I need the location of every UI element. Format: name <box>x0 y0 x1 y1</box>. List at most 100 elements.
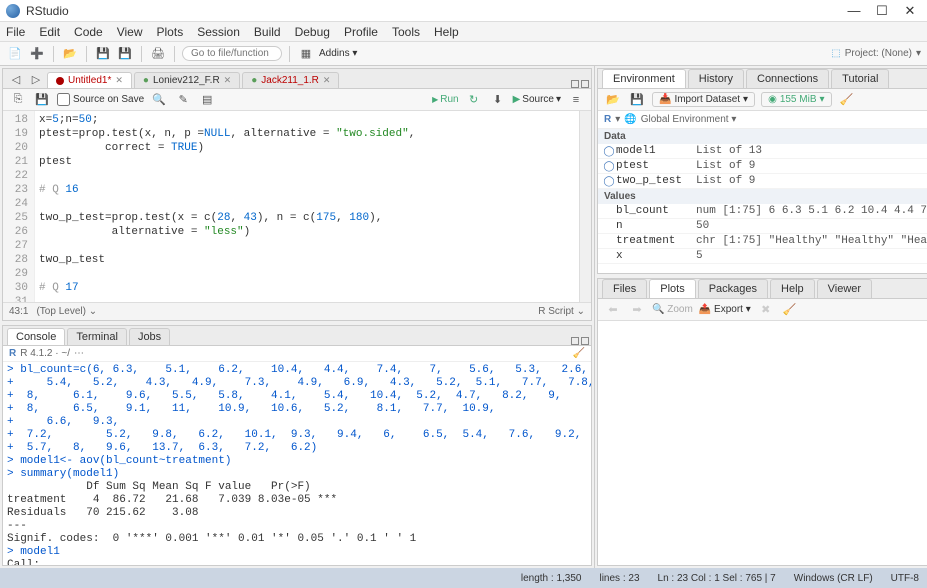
status-length: length : 1,350 <box>521 573 582 584</box>
rstudio-logo-icon <box>6 4 20 18</box>
wand-icon[interactable]: ✎ <box>174 91 192 109</box>
clear-env-icon[interactable]: 🧹 <box>838 91 856 109</box>
code-editor[interactable]: 18 19 20 21 22 23 24 25 26 27 28 29 30 3… <box>3 111 591 302</box>
tab-jobs[interactable]: Jobs <box>129 328 170 345</box>
compile-icon[interactable]: ▤ <box>198 91 216 109</box>
close-tab-icon[interactable]: ✕ <box>115 75 123 86</box>
tab-loniev[interactable]: ● Loniev212_F.R ✕ <box>134 72 240 88</box>
tab-connections[interactable]: Connections <box>746 69 829 88</box>
menu-view[interactable]: View <box>117 25 143 39</box>
tab-jack[interactable]: ● Jack211_1.R ✕ <box>242 72 339 88</box>
clear-console-icon[interactable]: 🧹 <box>573 348 585 359</box>
pane-min-icon[interactable] <box>571 80 579 88</box>
expand-icon[interactable]: ◯ <box>602 176 616 187</box>
env-scope-dropdown[interactable]: Global Environment ▾ <box>641 114 737 125</box>
menu-tools[interactable]: Tools <box>392 25 420 39</box>
env-values-header: Values <box>598 189 927 204</box>
r-logo-icon: R <box>9 348 16 359</box>
clear-plots-icon[interactable]: 🧹 <box>781 301 799 319</box>
editor-scrollbar[interactable] <box>579 111 591 302</box>
env-row[interactable]: treatmentchr [1:75] "Healthy" "Healthy" … <box>598 234 927 249</box>
expand-icon[interactable]: ◯ <box>602 146 616 157</box>
env-row[interactable]: x5 <box>598 249 927 264</box>
find-icon[interactable]: 🔍 <box>150 91 168 109</box>
close-tab-icon[interactable]: ✕ <box>323 75 331 86</box>
load-ws-icon[interactable]: 📂 <box>604 91 622 109</box>
console-tabs: Console Terminal Jobs <box>3 326 591 346</box>
maximize-icon[interactable]: ☐ <box>875 3 889 19</box>
status-pos: Ln : 23 Col : 1 Sel : 765 | 7 <box>658 573 776 584</box>
menu-session[interactable]: Session <box>197 25 240 39</box>
window-title: RStudio <box>26 4 847 18</box>
run-button[interactable]: Run <box>432 94 459 105</box>
grid-icon[interactable]: ▦ <box>297 45 315 63</box>
tab-packages[interactable]: Packages <box>698 279 768 298</box>
expand-icon[interactable]: ◯ <box>602 161 616 172</box>
tab-files[interactable]: Files <box>602 279 647 298</box>
window-title-bar: RStudio — ☐ ✕ <box>0 0 927 22</box>
pane-max-icon[interactable] <box>581 337 589 345</box>
tab-history[interactable]: History <box>688 69 744 88</box>
goto-file-input[interactable] <box>182 46 282 61</box>
env-row[interactable]: ◯ptestList of 9🔍 <box>598 159 927 174</box>
open-icon[interactable]: 📂 <box>61 45 79 63</box>
down-icon[interactable]: ⬇ <box>489 91 507 109</box>
remove-plot-icon[interactable]: ✖ <box>757 301 775 319</box>
menu-help[interactable]: Help <box>434 25 459 39</box>
scope-label[interactable]: (Top Level) ⌄ <box>36 306 97 317</box>
menu-code[interactable]: Code <box>74 25 103 39</box>
back-icon[interactable]: ◁ <box>7 70 25 88</box>
project-label[interactable]: Project: (None) <box>845 48 912 59</box>
globe-icon: 🌐 <box>624 114 636 125</box>
env-list: Data ◯model1List of 13🔍◯ptestList of 9🔍◯… <box>598 129 927 273</box>
menu-build[interactable]: Build <box>254 25 281 39</box>
save-icon[interactable]: 💾 <box>33 91 51 109</box>
tab-console[interactable]: Console <box>7 328 65 345</box>
next-plot-icon[interactable]: ➡ <box>628 301 646 319</box>
env-row[interactable]: n50 <box>598 219 927 234</box>
cursor-pos: 43:1 <box>9 306 28 317</box>
save-all-icon[interactable]: 💾 <box>116 45 134 63</box>
source-dropdown[interactable]: ▶Source ▾ <box>513 94 561 105</box>
zoom-button[interactable]: 🔍 Zoom <box>652 304 693 315</box>
tab-viewer[interactable]: Viewer <box>817 279 872 298</box>
menu-profile[interactable]: Profile <box>344 25 378 39</box>
tab-tutorial[interactable]: Tutorial <box>831 69 889 88</box>
console-output[interactable]: > bl_count=c(6, 6.3, 5.1, 6.2, 10.4, 4.4… <box>3 362 591 565</box>
rerun-icon[interactable]: ↻ <box>465 91 483 109</box>
env-row[interactable]: ◯two_p_testList of 9🔍 <box>598 174 927 189</box>
menu-plots[interactable]: Plots <box>157 25 184 39</box>
pane-min-icon[interactable] <box>571 337 579 345</box>
memory-indicator[interactable]: ◉ 155 MiB ▾ <box>761 92 831 107</box>
menu-debug[interactable]: Debug <box>295 25 330 39</box>
menu-edit[interactable]: Edit <box>39 25 60 39</box>
tab-untitled1[interactable]: Untitled1* ✕ <box>47 72 132 88</box>
close-tab-icon[interactable]: ✕ <box>224 75 232 86</box>
outline-icon[interactable]: ≡ <box>567 91 585 109</box>
tab-help[interactable]: Help <box>770 279 815 298</box>
save-ws-icon[interactable]: 💾 <box>628 91 646 109</box>
new-file-icon[interactable]: 📄 <box>6 45 24 63</box>
pane-max-icon[interactable] <box>581 80 589 88</box>
print-icon[interactable]: 🖨 <box>149 45 167 63</box>
file-type[interactable]: R Script ⌄ <box>538 306 585 317</box>
close-icon[interactable]: ✕ <box>903 3 917 19</box>
wd-menu-icon[interactable]: ⋯ <box>74 348 84 359</box>
prev-plot-icon[interactable]: ⬅ <box>604 301 622 319</box>
minimize-icon[interactable]: — <box>847 3 861 19</box>
env-row[interactable]: ◯model1List of 13🔍 <box>598 144 927 159</box>
addins-dropdown[interactable]: Addins ▾ <box>319 48 357 59</box>
export-dropdown[interactable]: 📤 Export ▾ <box>699 304 751 315</box>
menu-file[interactable]: File <box>6 25 25 39</box>
forward-icon[interactable]: ▷ <box>27 70 45 88</box>
new-project-icon[interactable]: ➕ <box>28 45 46 63</box>
tab-terminal[interactable]: Terminal <box>67 328 127 345</box>
show-doc-icon[interactable]: ⎘ <box>9 91 27 109</box>
tab-plots[interactable]: Plots <box>649 279 695 298</box>
menu-bar: File Edit Code View Plots Session Build … <box>0 22 927 42</box>
import-dataset-dropdown[interactable]: 📥 Import Dataset ▾ <box>652 92 755 107</box>
source-on-save-toggle[interactable]: Source on Save <box>57 93 144 106</box>
env-row[interactable]: bl_countnum [1:75] 6 6.3 5.1 6.2 10.4 4.… <box>598 204 927 219</box>
save-icon[interactable]: 💾 <box>94 45 112 63</box>
tab-environment[interactable]: Environment <box>602 69 686 88</box>
